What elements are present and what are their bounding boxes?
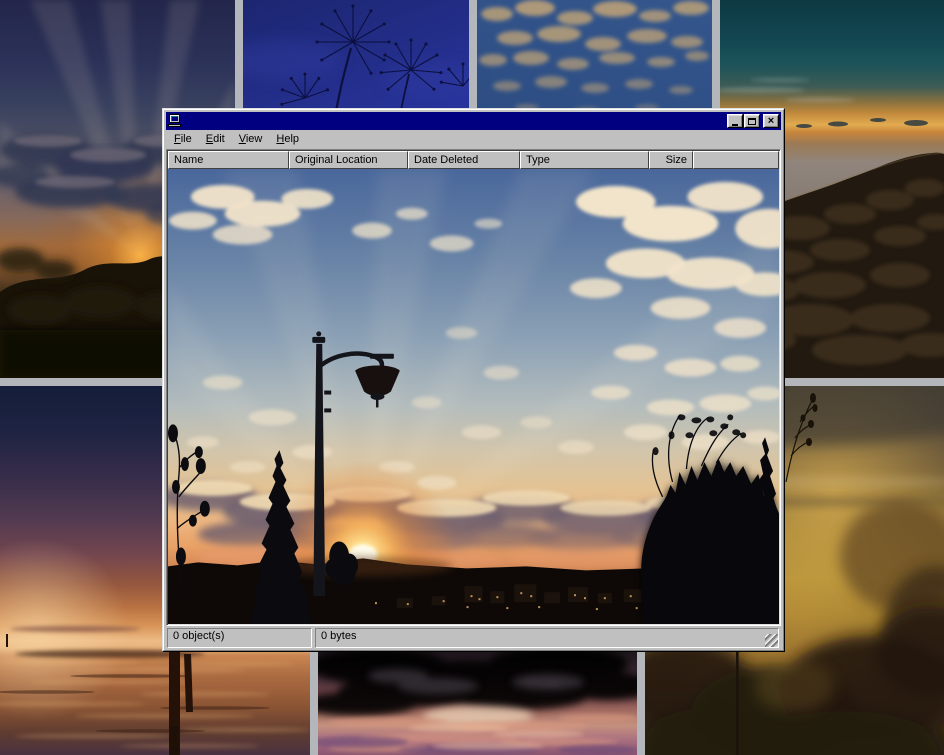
minimize-icon	[732, 124, 738, 126]
column-header-date-deleted[interactable]: Date Deleted	[408, 151, 520, 169]
menubar: File Edit View Help	[166, 130, 781, 149]
desktop: × File Edit View Help Name Original Loca…	[0, 0, 944, 755]
status-bytes-panel: 0 bytes	[315, 628, 779, 648]
titlebar[interactable]: ×	[166, 112, 781, 130]
water-shimmer	[0, 660, 310, 749]
minimize-button[interactable]	[727, 114, 743, 128]
menu-item-file[interactable]: File	[167, 131, 199, 148]
column-header-blank[interactable]	[693, 151, 779, 169]
titlebar-buttons: ×	[726, 114, 779, 128]
column-header-name[interactable]: Name	[168, 151, 289, 169]
list-area-sunset-photo[interactable]	[168, 169, 779, 624]
column-header-original-location[interactable]: Original Location	[289, 151, 408, 169]
list-view: Name Original Location Date Deleted Type…	[166, 149, 781, 626]
maximize-icon	[748, 118, 756, 125]
maximize-button[interactable]	[744, 114, 760, 128]
status-bytes-text: 0 bytes	[321, 630, 356, 642]
cloud-speckles	[479, 0, 709, 117]
menu-item-help[interactable]: Help	[269, 131, 306, 148]
resize-grip[interactable]	[765, 634, 778, 647]
menu-item-edit[interactable]: Edit	[199, 131, 232, 148]
horizon-cloud-streak	[10, 626, 140, 632]
window-icon	[168, 114, 182, 128]
recycle-bin-window: × File Edit View Help Name Original Loca…	[162, 108, 785, 652]
menu-item-view[interactable]: View	[232, 131, 270, 148]
column-header-size[interactable]: Size	[649, 151, 693, 169]
sunset-photo	[168, 169, 779, 624]
close-button[interactable]: ×	[763, 114, 779, 128]
status-objects-panel: 0 object(s)	[167, 628, 312, 648]
window-frame: × File Edit View Help Name Original Loca…	[163, 109, 784, 651]
tree-reflections	[318, 646, 637, 716]
column-header-type[interactable]: Type	[520, 151, 649, 169]
statusbar: 0 object(s) 0 bytes	[166, 626, 781, 648]
column-headers: Name Original Location Date Deleted Type…	[168, 151, 779, 169]
close-icon: ×	[768, 116, 774, 126]
